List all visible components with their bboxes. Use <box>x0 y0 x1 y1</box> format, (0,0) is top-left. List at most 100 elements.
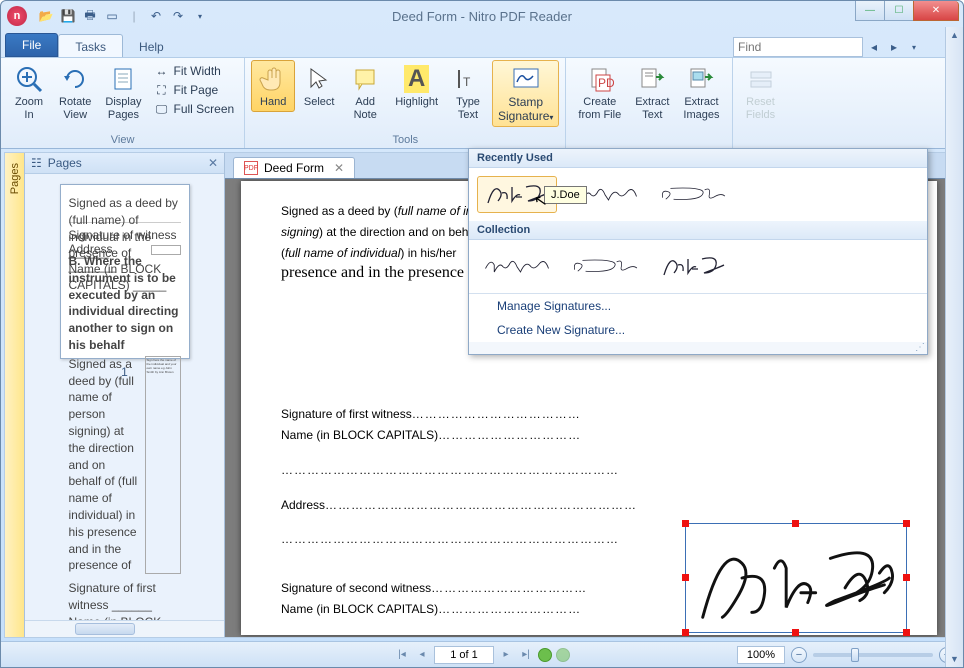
display-pages-icon <box>107 63 139 95</box>
zoom-in-button[interactable]: Zoom In <box>7 60 51 124</box>
signature-coll-2[interactable] <box>565 248 645 285</box>
qat-print-icon[interactable]: 🖶 <box>81 7 99 25</box>
full-screen-button[interactable]: 🖵Full Screen <box>150 100 239 118</box>
qat-blank-icon[interactable]: ▭ <box>103 7 121 25</box>
document-tab[interactable]: PDF Deed Form ✕ <box>233 157 355 178</box>
nav-back-button[interactable] <box>538 648 552 662</box>
ribbon: Zoom In Rotate View Display Pages ↔Fit W… <box>1 57 963 149</box>
vertical-scrollbar[interactable]: ▲ ▼ <box>945 27 963 667</box>
pages-panel: ☷ Pages ✕ Signed as a deed by (full name… <box>25 153 225 637</box>
hand-button[interactable]: Hand <box>251 60 295 112</box>
forms-group: Reset Fields <box>733 58 789 148</box>
add-note-button[interactable]: Add Note <box>343 60 387 124</box>
last-page-icon[interactable]: ▸| <box>518 647 534 663</box>
pages-panel-close-icon[interactable]: ✕ <box>208 156 218 170</box>
create-from-file-button[interactable]: PDF Create from File <box>572 60 627 124</box>
page-thumbnail[interactable]: Signed as a deed by (full name) of indiv… <box>60 184 190 359</box>
full-screen-icon: 🖵 <box>154 101 170 117</box>
highlight-icon: A <box>401 63 433 95</box>
page-navigation: |◂ ◂ ▸ ▸| <box>394 646 570 664</box>
close-button[interactable]: ✕ <box>913 1 959 21</box>
qat-redo-icon[interactable]: ↷ <box>169 7 187 25</box>
extract-text-icon <box>636 63 668 95</box>
extract-group: PDF Create from File Extract Text Extrac… <box>566 58 732 148</box>
zoom-input[interactable] <box>737 646 785 664</box>
fit-page-icon: ⛶ <box>154 82 170 98</box>
qat-customize-icon[interactable]: ▾ <box>191 7 209 25</box>
find-next-icon[interactable]: ▸ <box>885 38 903 56</box>
thumbnail-scrollbar[interactable] <box>25 620 224 637</box>
tools-group: Hand Select Add Note A Highlight T Type … <box>245 58 566 148</box>
rotate-icon <box>59 63 91 95</box>
pdf-icon: PDF <box>244 161 258 175</box>
view-group: Zoom In Rotate View Display Pages ↔Fit W… <box>1 58 245 148</box>
signature-stamp-selection[interactable] <box>685 523 907 633</box>
signature-john-doe <box>686 524 906 632</box>
display-pages-button[interactable]: Display Pages <box>99 60 147 124</box>
stamp-signature-button[interactable]: Stamp Signature▾ <box>492 60 559 127</box>
sidebar-tab-pages[interactable]: Pages <box>5 153 25 637</box>
fit-width-button[interactable]: ↔Fit Width <box>150 62 239 80</box>
dropdown-section-collection: Collection <box>469 221 927 240</box>
minimize-button[interactable]: — <box>855 1 885 21</box>
document-tab-label: Deed Form <box>264 161 324 175</box>
signature-item-3[interactable] <box>653 176 733 213</box>
add-note-icon <box>349 63 381 95</box>
rotate-view-button[interactable]: Rotate View <box>53 60 97 124</box>
dropdown-section-recently-used: Recently Used <box>469 149 927 168</box>
thumbnail-label: 1 <box>121 365 128 379</box>
create-new-signature-item[interactable]: Create New Signature... <box>469 318 927 342</box>
qat-open-icon[interactable]: 📂 <box>37 7 55 25</box>
document-tab-close-icon[interactable]: ✕ <box>334 161 344 175</box>
view-group-label: View <box>7 133 238 147</box>
type-text-icon: T <box>452 63 484 95</box>
maximize-button[interactable]: ☐ <box>884 1 914 21</box>
signature-coll-3[interactable] <box>653 248 733 285</box>
first-page-icon[interactable]: |◂ <box>394 647 410 663</box>
dropdown-resize-grip[interactable]: ⋰ <box>469 342 927 354</box>
highlight-button[interactable]: A Highlight <box>389 60 444 112</box>
manage-signatures-item[interactable]: Manage Signatures... <box>469 294 927 318</box>
tools-group-label: Tools <box>251 133 559 147</box>
select-icon <box>303 63 335 95</box>
hand-icon <box>257 63 289 95</box>
zoom-slider[interactable] <box>813 653 933 657</box>
zoom-out-button[interactable]: − <box>791 647 807 663</box>
find-input[interactable] <box>733 37 863 57</box>
create-from-file-icon: PDF <box>584 63 616 95</box>
extract-images-icon <box>685 63 717 95</box>
page-number-input[interactable] <box>434 646 494 664</box>
find-dropdown-icon[interactable]: ▾ <box>905 38 923 56</box>
fit-page-button[interactable]: ⛶Fit Page <box>150 81 239 99</box>
type-text-button[interactable]: T Type Text <box>446 60 490 124</box>
reset-fields-icon <box>745 63 777 95</box>
pages-panel-icon: ☷ <box>31 156 42 170</box>
qat-save-icon[interactable]: 💾 <box>59 7 77 25</box>
help-tab[interactable]: Help <box>123 35 180 57</box>
scroll-down-icon[interactable]: ▼ <box>946 651 963 667</box>
nav-forward-button[interactable] <box>556 648 570 662</box>
title-bar: n 📂 💾 🖶 ▭ | ↶ ↷ ▾ Deed Form - Nitro PDF … <box>1 1 963 31</box>
tasks-tab[interactable]: Tasks <box>58 34 123 57</box>
app-icon: n <box>7 6 27 26</box>
signature-tooltip: J.Doe <box>544 186 587 204</box>
reset-fields-button[interactable]: Reset Fields <box>739 60 783 124</box>
extract-text-button[interactable]: Extract Text <box>629 60 675 124</box>
select-button[interactable]: Select <box>297 60 341 112</box>
qat-undo-icon[interactable]: ↶ <box>147 7 165 25</box>
signature-coll-1[interactable] <box>477 248 557 285</box>
scroll-up-icon[interactable]: ▲ <box>946 27 963 43</box>
ribbon-tab-row: File Tasks Help ◂ ▸ ▾ <box>1 31 963 57</box>
fit-width-icon: ↔ <box>154 63 170 79</box>
extract-images-button[interactable]: Extract Images <box>677 60 725 124</box>
zoom-in-icon <box>13 63 45 95</box>
next-page-icon[interactable]: ▸ <box>498 647 514 663</box>
svg-text:PDF: PDF <box>598 76 614 90</box>
stamp-signature-dropdown: Recently Used Collection Manage Signatur… <box>468 148 928 355</box>
find-prev-icon[interactable]: ◂ <box>865 38 883 56</box>
prev-page-icon[interactable]: ◂ <box>414 647 430 663</box>
file-tab[interactable]: File <box>5 33 58 57</box>
qat-sep: | <box>125 7 143 25</box>
quick-access-toolbar: 📂 💾 🖶 ▭ | ↶ ↷ ▾ <box>37 7 209 25</box>
status-bar: |◂ ◂ ▸ ▸| − + <box>1 641 963 667</box>
